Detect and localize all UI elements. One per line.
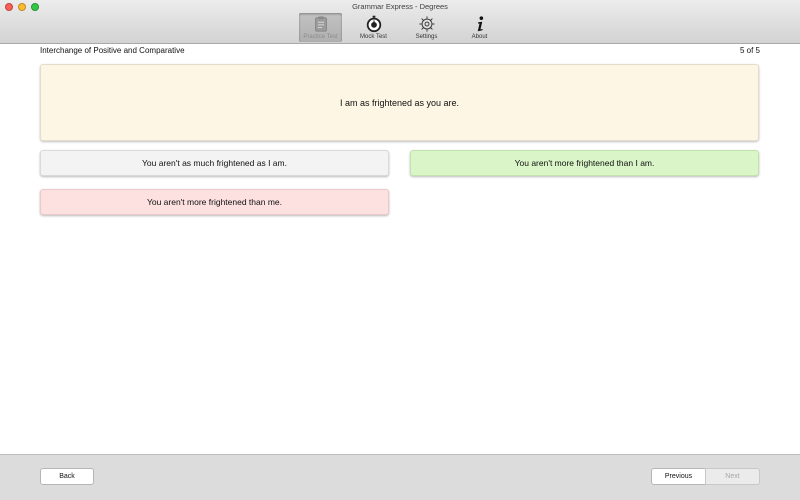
- toolbar-settings-label: Settings: [415, 34, 438, 40]
- toolbar-settings[interactable]: Settings: [405, 13, 448, 42]
- footer-bar: Back Previous Next: [0, 454, 800, 500]
- answer-option-text: You aren't more frightened than me.: [146, 197, 283, 207]
- answer-option-text: You aren't as much frightened as I am.: [142, 158, 287, 168]
- section-title: Interchange of Positive and Comparative: [40, 46, 185, 55]
- window-title: Grammar Express - Degrees: [352, 2, 448, 11]
- answer-option-1[interactable]: You aren't as much frightened as I am.: [40, 150, 389, 176]
- previous-button[interactable]: Previous: [651, 468, 706, 485]
- back-button[interactable]: Back: [40, 468, 94, 485]
- toolbar-about[interactable]: About: [458, 13, 501, 42]
- toolbar-practice-test-label: Practice Test: [303, 34, 338, 40]
- toolbar-about-label: About: [471, 34, 488, 40]
- toolbar-mock-test[interactable]: Mock Test: [352, 13, 395, 42]
- question-card: I am as frightened as you are.: [40, 64, 759, 141]
- answer-option-text: You aren't more frightened than I am.: [514, 158, 655, 168]
- question-progress: 5 of 5: [739, 46, 760, 55]
- question-text: I am as frightened as you are.: [339, 97, 460, 108]
- toolbar-practice-test[interactable]: Practice Test: [299, 13, 342, 42]
- info-icon: [477, 16, 483, 32]
- next-button[interactable]: Next: [705, 468, 760, 485]
- clipboard-icon: [314, 16, 327, 32]
- answer-option-3[interactable]: You aren't more frightened than me.: [40, 189, 389, 215]
- answer-option-2[interactable]: You aren't more frightened than I am.: [410, 150, 759, 176]
- stopwatch-icon: [366, 15, 381, 33]
- gear-icon: [418, 16, 435, 32]
- toolbar: Practice Test Mock Test Settings About: [299, 13, 511, 43]
- window-titlebar: Grammar Express - Degrees Practice Test …: [0, 0, 800, 44]
- toolbar-mock-test-label: Mock Test: [360, 34, 387, 40]
